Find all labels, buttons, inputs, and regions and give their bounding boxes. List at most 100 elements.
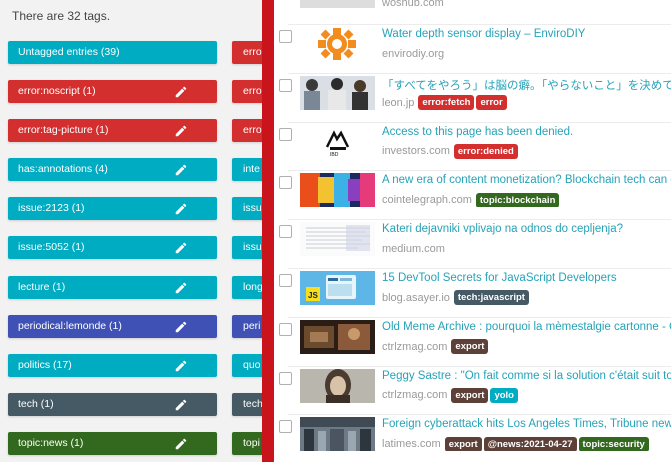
entry-checkbox[interactable] (279, 274, 292, 287)
entry-thumbnail[interactable] (300, 319, 375, 354)
entry-checkbox[interactable] (279, 420, 292, 434)
svg-text:IBD: IBD (330, 152, 339, 158)
entry-meta: ctrlzmag.com export (382, 338, 671, 354)
tag-button[interactable]: topi (232, 431, 262, 455)
edit-pencil-icon[interactable] (174, 437, 188, 451)
tag-button[interactable]: tech (232, 392, 262, 416)
tag-list: Untagged entries (39) error:noscript (1) e… (8, 41, 217, 462)
row-divider (288, 414, 671, 416)
entry-domain[interactable]: ctrlzmag.com (382, 339, 447, 354)
entry-thumbnail[interactable]: IBD (300, 124, 375, 159)
entry-tag-chip[interactable]: export (451, 339, 489, 354)
entry-domain[interactable]: leon.jp (382, 95, 414, 110)
entry-tag-chip[interactable]: topic:security (578, 436, 649, 452)
tag-button[interactable]: issu (232, 236, 262, 260)
entry-domain[interactable]: woshub.com (382, 0, 444, 9)
entry-checkbox[interactable] (279, 78, 292, 92)
entry-thumbnail[interactable] (300, 222, 375, 257)
tag-button[interactable]: has:annotations (4) (8, 158, 217, 182)
edit-pencil-icon[interactable] (174, 281, 188, 295)
entry-title-link[interactable]: Foreign cyberattack hits Los Angeles Tim… (382, 418, 671, 430)
entry-row: Water depth sensor display – EnviroDIY en… (274, 24, 671, 76)
edit-pencil-icon[interactable] (174, 241, 188, 255)
edit-pencil-icon[interactable] (174, 398, 188, 412)
tag-label: error (243, 46, 262, 58)
entry-domain[interactable]: investors.com (382, 143, 450, 158)
tag-button[interactable]: inte (232, 158, 262, 182)
tag-button[interactable]: peri (232, 314, 262, 338)
entry-title-link[interactable]: Peggy Sastre : "On fait comme si la solu… (382, 370, 671, 382)
row-divider (288, 121, 671, 123)
tag-button[interactable]: quo (232, 353, 262, 377)
entry-tag-chip[interactable]: error:denied (453, 143, 518, 159)
tag-label: issue:5052 (1) (18, 241, 85, 254)
tag-button[interactable]: lecture (1) (8, 275, 217, 299)
tag-button[interactable]: issu (232, 197, 262, 221)
entry-thumbnail[interactable] (300, 417, 375, 452)
entry-thumbnail[interactable] (300, 368, 375, 403)
entry-tag-chip[interactable]: error:fetch (418, 95, 475, 110)
tag-label: politics (17) (18, 358, 72, 371)
entry-domain[interactable]: ctrlzmag.com (382, 387, 447, 402)
edit-pencil-icon[interactable] (174, 359, 188, 373)
entry-checkbox[interactable] (279, 322, 292, 336)
tag-button[interactable]: topic:news (1) (8, 431, 217, 455)
tag-button[interactable]: issue:2123 (1) (8, 197, 217, 221)
tag-button[interactable]: politics (17) (8, 353, 217, 377)
entry-tag-chip[interactable]: @news:2021-04-27 (483, 436, 577, 452)
entry-checkbox[interactable] (279, 371, 292, 385)
edit-pencil-icon[interactable] (174, 85, 188, 99)
entry-tag-chip[interactable]: error (476, 95, 507, 110)
entry-title-link[interactable]: Old Meme Archive : pourquoi la mèmestalg… (382, 321, 671, 333)
entry-title-link[interactable]: 「すべてをやろう」は脳の癖。「やらないこと」を決めて (382, 77, 671, 93)
entry-domain[interactable]: medium.com (382, 241, 445, 256)
entry-checkbox[interactable] (279, 225, 292, 239)
edit-pencil-icon[interactable] (174, 202, 188, 216)
row-divider (288, 72, 671, 74)
tag-label: quo (243, 358, 261, 371)
entry-tag-chip[interactable]: topic:blockchain (475, 192, 560, 208)
entry-title-link[interactable]: 15 DevTool Secrets for JavaScript Develo… (382, 272, 671, 284)
tag-label: error:noscript (1) (18, 85, 96, 98)
tag-button[interactable]: Untagged entries (39) (8, 41, 217, 64)
entry-thumbnail[interactable] (300, 173, 375, 208)
tag-button[interactable]: error (232, 80, 262, 104)
entry-tag-chip[interactable]: export (444, 436, 482, 452)
entry-checkbox[interactable] (279, 127, 292, 141)
entry-thumbnail[interactable] (300, 0, 375, 8)
tag-button[interactable]: error:noscript (1) (8, 80, 217, 104)
tag-label: Untagged entries (39) (18, 46, 120, 58)
entry-title-link[interactable]: Kateri dejavniki vplivajo na odnos do ce… (382, 223, 671, 235)
entry-domain[interactable]: blog.asayer.io (382, 290, 450, 305)
entry-tag-chip[interactable]: export (451, 387, 489, 403)
edit-pencil-icon[interactable] (174, 124, 188, 138)
entry-domain[interactable]: envirodiy.org (382, 46, 444, 61)
tag-button[interactable]: error:tag-picture (1) (8, 119, 217, 143)
entry-meta: latimes.com export @news:2021-04-27 topic:s… (382, 435, 671, 452)
tag-button[interactable]: tech (1) (8, 392, 217, 416)
tag-button[interactable]: error (232, 119, 262, 143)
entry-meta: leon.jp error:fetch error (382, 94, 671, 110)
entry-thumbnail[interactable] (300, 27, 375, 61)
tag-button[interactable]: issue:5052 (1) (8, 236, 217, 260)
edit-pencil-icon[interactable] (174, 320, 188, 334)
entry-domain[interactable]: latimes.com (382, 436, 441, 451)
entry-meta: envirodiy.org (382, 45, 671, 61)
edit-pencil-icon[interactable] (174, 163, 188, 177)
entry-title-link[interactable]: Water depth sensor display – EnviroDIY (382, 28, 671, 40)
entry-thumbnail[interactable] (300, 75, 375, 110)
entry-title-link[interactable]: Access to this page has been denied. (382, 126, 671, 138)
panel-divider[interactable] (262, 0, 274, 462)
entry-tag-chip[interactable]: yolo (490, 387, 518, 403)
tag-button[interactable]: error (232, 41, 262, 64)
tag-label: error:tag-picture (1) (18, 124, 109, 137)
tag-label: topic:news (1) (18, 436, 84, 449)
entry-checkbox[interactable] (279, 30, 292, 43)
entry-tag-chip[interactable]: tech:javascript (453, 290, 529, 305)
entry-title-link[interactable]: A new era of content monetization? Block… (382, 174, 671, 186)
entry-checkbox[interactable] (279, 176, 292, 190)
entry-domain[interactable]: cointelegraph.com (382, 192, 472, 207)
entry-thumbnail[interactable]: JS (300, 271, 375, 305)
tag-button[interactable]: long (232, 275, 262, 299)
tag-button[interactable]: periodical:lemonde (1) (8, 314, 217, 338)
